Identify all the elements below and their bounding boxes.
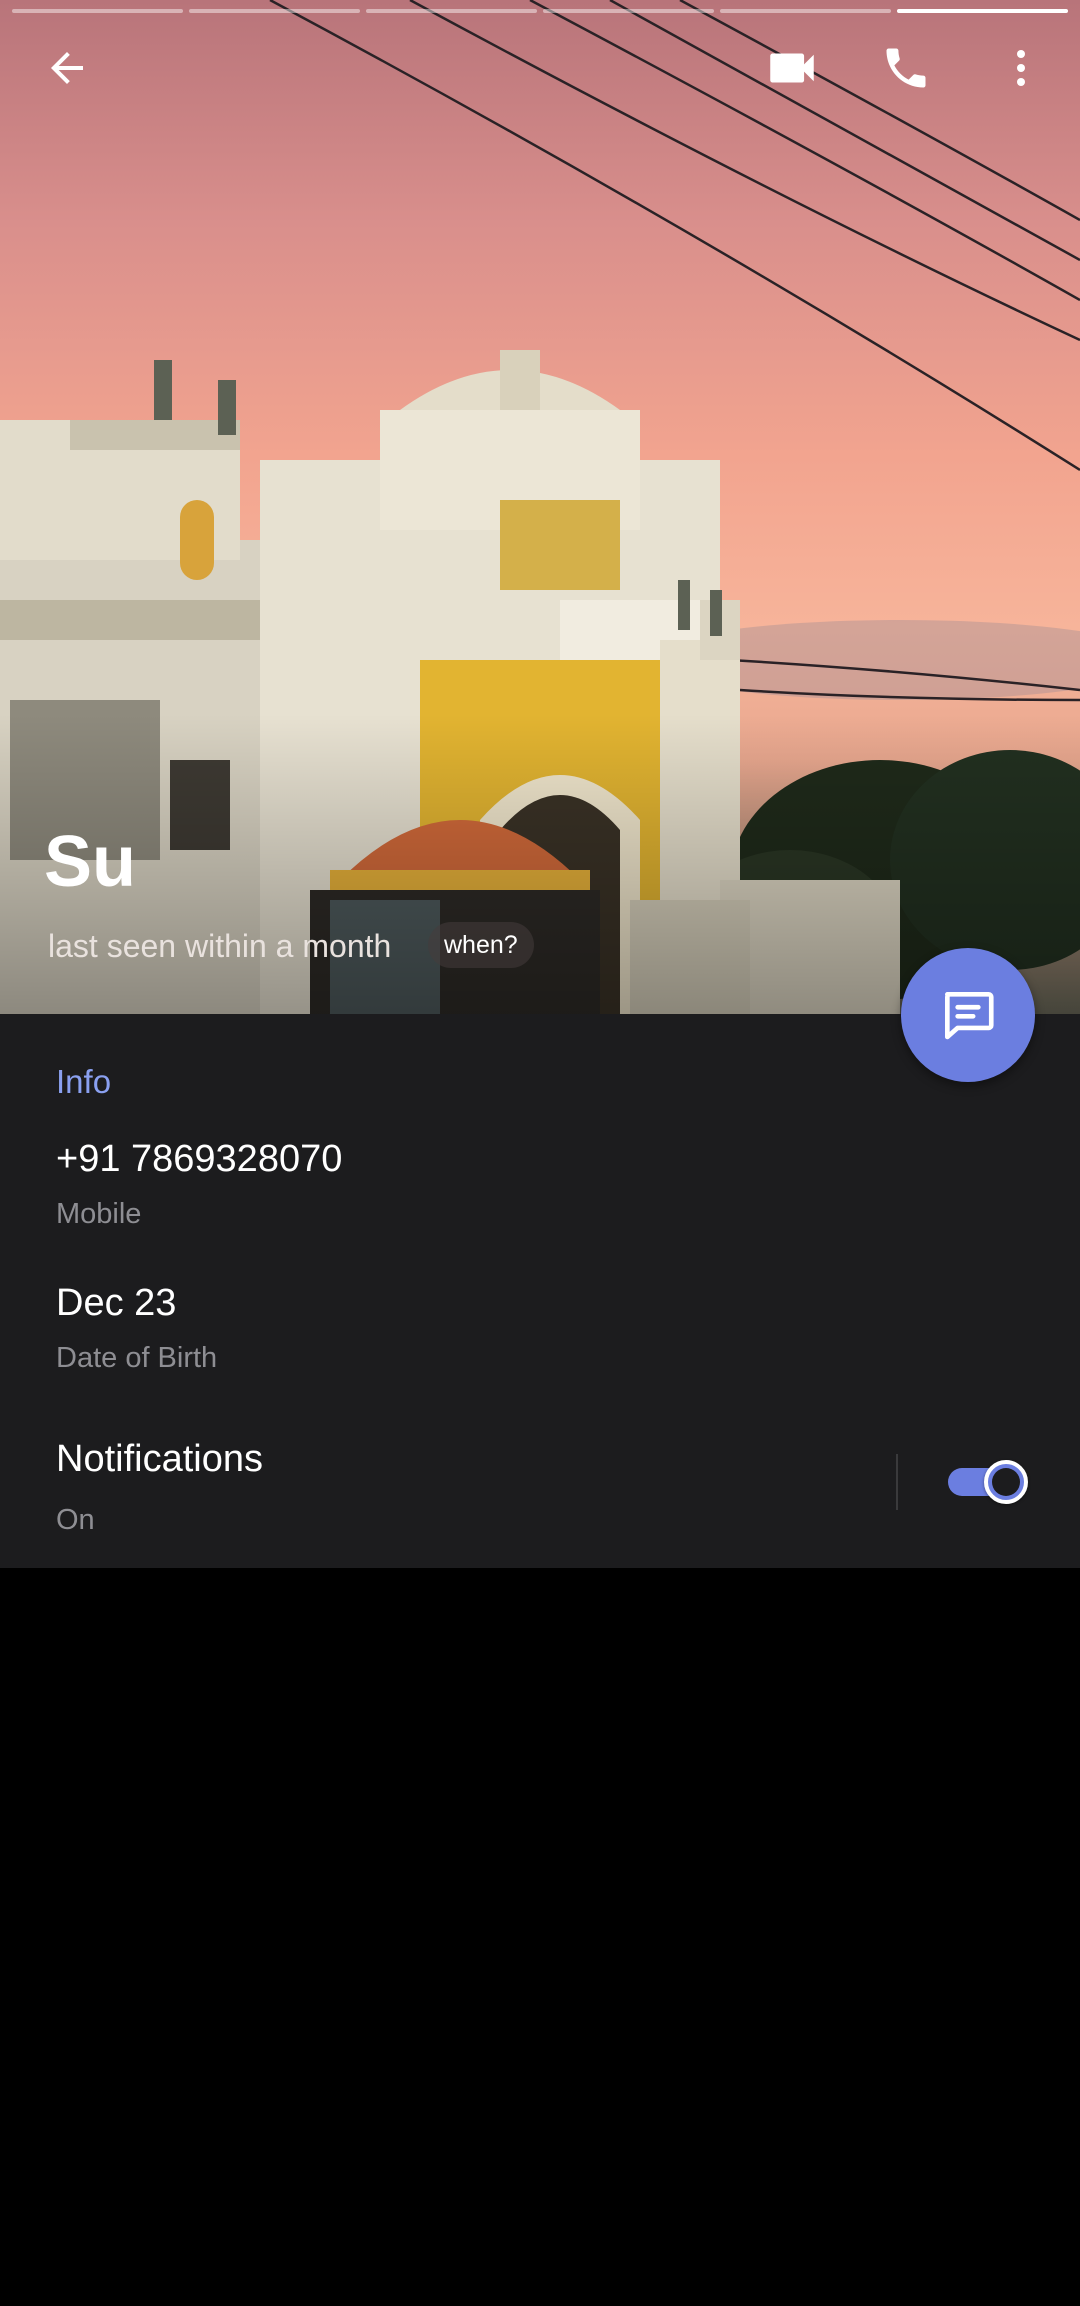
more-vertical-icon (1017, 50, 1025, 86)
info-section-title: Info (56, 1063, 112, 1100)
phone-icon (886, 48, 926, 88)
story-progress (12, 9, 1068, 15)
when-button[interactable]: when? (428, 922, 534, 968)
message-icon (945, 992, 994, 1040)
story-segment (366, 9, 537, 13)
last-seen-status: last seen within a month (48, 928, 392, 964)
toggle-knob (984, 1460, 1028, 1504)
video-camera-icon (770, 53, 814, 83)
more-options-button[interactable] (986, 40, 1056, 96)
video-call-button[interactable] (757, 40, 827, 96)
birthday-label: Date of Birth (56, 1342, 218, 1374)
arrow-left-icon (51, 52, 83, 84)
story-segment (720, 9, 891, 13)
notifications-state: On (56, 1504, 95, 1536)
notifications-toggle[interactable] (946, 1460, 1028, 1504)
birthday-value: Dec 23 (56, 1282, 177, 1324)
contact-name: Su (44, 822, 137, 902)
voice-call-button[interactable] (871, 40, 941, 96)
notifications-title: Notifications (56, 1438, 263, 1480)
story-segment (189, 9, 360, 13)
back-button[interactable] (32, 40, 102, 96)
story-segment-active (897, 9, 1068, 13)
phone-label: Mobile (56, 1198, 142, 1230)
story-segment (12, 9, 183, 13)
send-message-button[interactable] (901, 948, 1035, 1082)
profile-photo[interactable]: Su last seen within a month when? (0, 0, 1080, 1014)
story-segment (543, 9, 714, 13)
row-divider (896, 1454, 898, 1510)
phone-number: +91 7869328070 (56, 1138, 343, 1180)
